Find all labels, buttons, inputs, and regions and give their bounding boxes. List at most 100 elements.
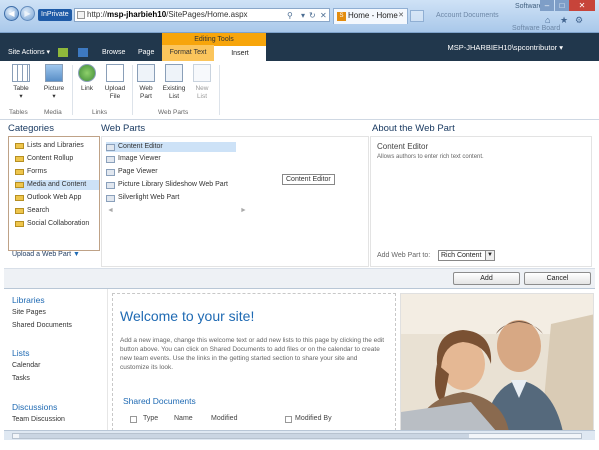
page-content: Libraries Site Pages Shared Documents Li… (4, 288, 595, 431)
url-host: msp-jharbieh10 (107, 10, 167, 19)
tools-gear-icon[interactable]: ⚙ (575, 15, 583, 26)
ribbon-tab-bar: Site Actions ▾ Browse Page Editing Tools… (0, 33, 599, 61)
tab-title: Home - Home (348, 11, 398, 20)
close-window-button[interactable]: ✕ (569, 0, 595, 11)
maximize-button[interactable]: □ (555, 0, 569, 11)
web-part-button[interactable]: Web Part (135, 64, 157, 101)
new-tab-button[interactable] (410, 10, 424, 22)
nav-item-calendar[interactable]: Calendar (12, 362, 40, 369)
nav-item-tasks[interactable]: Tasks (12, 375, 30, 382)
category-item[interactable]: Lists and Libraries (15, 141, 99, 151)
tab-insert[interactable]: Insert (214, 45, 266, 61)
horizontal-scrollbar[interactable] (12, 433, 582, 439)
web-part-item-selected[interactable]: Content Editor (106, 142, 236, 152)
category-item[interactable]: Social Collaboration (15, 219, 99, 229)
list-icon (165, 64, 183, 82)
category-item[interactable]: Search (15, 206, 99, 216)
site-actions-menu[interactable]: Site Actions ▾ (8, 48, 50, 56)
category-item[interactable]: Content Rollup (15, 154, 99, 164)
tab-page[interactable]: Page (138, 49, 154, 56)
group-label-web-parts: Web Parts (158, 109, 189, 116)
web-parts-heading: Web Parts (101, 123, 146, 134)
add-web-part-to-select[interactable]: Rich Content ▼ (438, 250, 495, 261)
tab-browse[interactable]: Browse (102, 49, 125, 56)
new-list-button[interactable]: New List (191, 64, 213, 101)
add-button[interactable]: Add (453, 272, 520, 285)
stop-icon[interactable]: ✕ (320, 10, 327, 22)
picture-button[interactable]: Picture ▾ (40, 64, 68, 101)
upload-icon (106, 64, 124, 82)
web-part-icon (106, 182, 115, 189)
address-bar[interactable]: http://msp-jharbieh10/SitePages/Home.asp… (74, 8, 330, 22)
nav-heading-discussions[interactable]: Discussions (12, 402, 57, 412)
categories-heading: Categories (8, 123, 54, 134)
categories-list: Lists and Libraries Content Rollup Forms… (8, 136, 100, 251)
column-modified[interactable]: Modified (211, 415, 237, 422)
nav-heading-lists[interactable]: Lists (12, 348, 29, 358)
nav-item-team-discussion[interactable]: Team Discussion (12, 416, 65, 423)
category-item[interactable]: Outlook Web App (15, 193, 99, 203)
column-type[interactable]: Type (143, 415, 158, 422)
group-separator (219, 65, 220, 115)
user-menu[interactable]: MSP-JHARBIEH10\spcontributor ▾ (448, 43, 563, 52)
web-part-item[interactable]: Silverlight Web Part (106, 193, 236, 203)
tab-format-text[interactable]: Format Text (162, 45, 214, 61)
upload-web-part-link[interactable]: Upload a Web Part ▼ (12, 251, 80, 258)
browser-chrome: ◀ ▶ InPrivate http://msp-jharbieh10/Site… (0, 0, 599, 33)
ribbon-commands: Table ▾ Picture ▾ Link Upload File Web Par… (0, 61, 599, 120)
browser-tab-home[interactable]: S Home - Home ✕ (333, 8, 408, 24)
back-button[interactable]: ◀ (4, 6, 19, 21)
rich-content-zone[interactable]: Welcome to your site! Add a new image, c… (112, 293, 396, 431)
horizontal-scrollbar-area (4, 430, 595, 440)
main-content: Welcome to your site! Add a new image, c… (109, 289, 594, 431)
window-caption: Software (515, 3, 543, 10)
shared-documents-title[interactable]: Shared Documents (123, 396, 196, 406)
editing-tools-group-label: Editing Tools (162, 33, 266, 45)
web-part-item[interactable]: Page Viewer (106, 167, 236, 177)
select-all-checkbox[interactable] (130, 416, 137, 423)
category-item[interactable]: Forms (15, 167, 99, 177)
web-part-icon (106, 144, 115, 151)
welcome-image (400, 293, 594, 431)
favorites-icon[interactable]: ★ (560, 15, 568, 26)
welcome-title: Welcome to your site! (120, 308, 255, 324)
scroll-left-icon[interactable]: ◄ (107, 207, 114, 214)
refresh-icon[interactable]: ↻ (309, 10, 316, 22)
upload-file-button[interactable]: Upload File (101, 64, 129, 101)
close-tab-icon[interactable]: ✕ (398, 9, 404, 23)
folder-icon (15, 143, 24, 149)
scrollbar-thumb[interactable] (19, 434, 469, 438)
link-globe-icon (78, 64, 96, 82)
home-icon[interactable]: ⌂ (545, 15, 550, 25)
table-button[interactable]: Table ▾ (8, 64, 34, 101)
row-checkbox[interactable] (285, 416, 292, 423)
existing-list-button[interactable]: Existing List (160, 64, 188, 101)
tooltip: Content Editor (282, 174, 335, 185)
nav-heading-libraries[interactable]: Libraries (12, 295, 45, 305)
web-part-icon (106, 169, 115, 176)
link-button[interactable]: Link (76, 64, 98, 93)
nav-item-site-pages[interactable]: Site Pages (12, 309, 46, 316)
edit-page-icon[interactable] (78, 48, 88, 57)
group-separator (72, 65, 73, 115)
nav-item-shared-documents[interactable]: Shared Documents (12, 322, 72, 329)
web-part-item[interactable]: Image Viewer (106, 154, 236, 164)
minimize-button[interactable]: – (540, 0, 554, 11)
cancel-button[interactable]: Cancel (524, 272, 591, 285)
group-label-links: Links (92, 109, 108, 116)
scroll-right-icon[interactable]: ► (240, 207, 247, 214)
adder-button-bar: Add Cancel (4, 268, 595, 288)
dropdown-icon[interactable]: ▾ (301, 10, 305, 22)
column-name[interactable]: Name (174, 415, 193, 422)
group-label-media: Media (44, 109, 62, 116)
group-label-tables: Tables (9, 109, 28, 116)
search-icon[interactable]: ⚲ (287, 10, 293, 22)
navigate-up-icon[interactable] (58, 48, 68, 57)
folder-icon (15, 169, 24, 175)
category-item-selected[interactable]: Media and Content (15, 180, 99, 190)
column-modified-by[interactable]: Modified By (295, 415, 332, 422)
folder-icon (15, 221, 24, 227)
forward-button[interactable]: ▶ (20, 6, 35, 21)
web-part-item[interactable]: Picture Library Slideshow Web Part (106, 180, 236, 190)
new-list-icon (193, 64, 211, 82)
